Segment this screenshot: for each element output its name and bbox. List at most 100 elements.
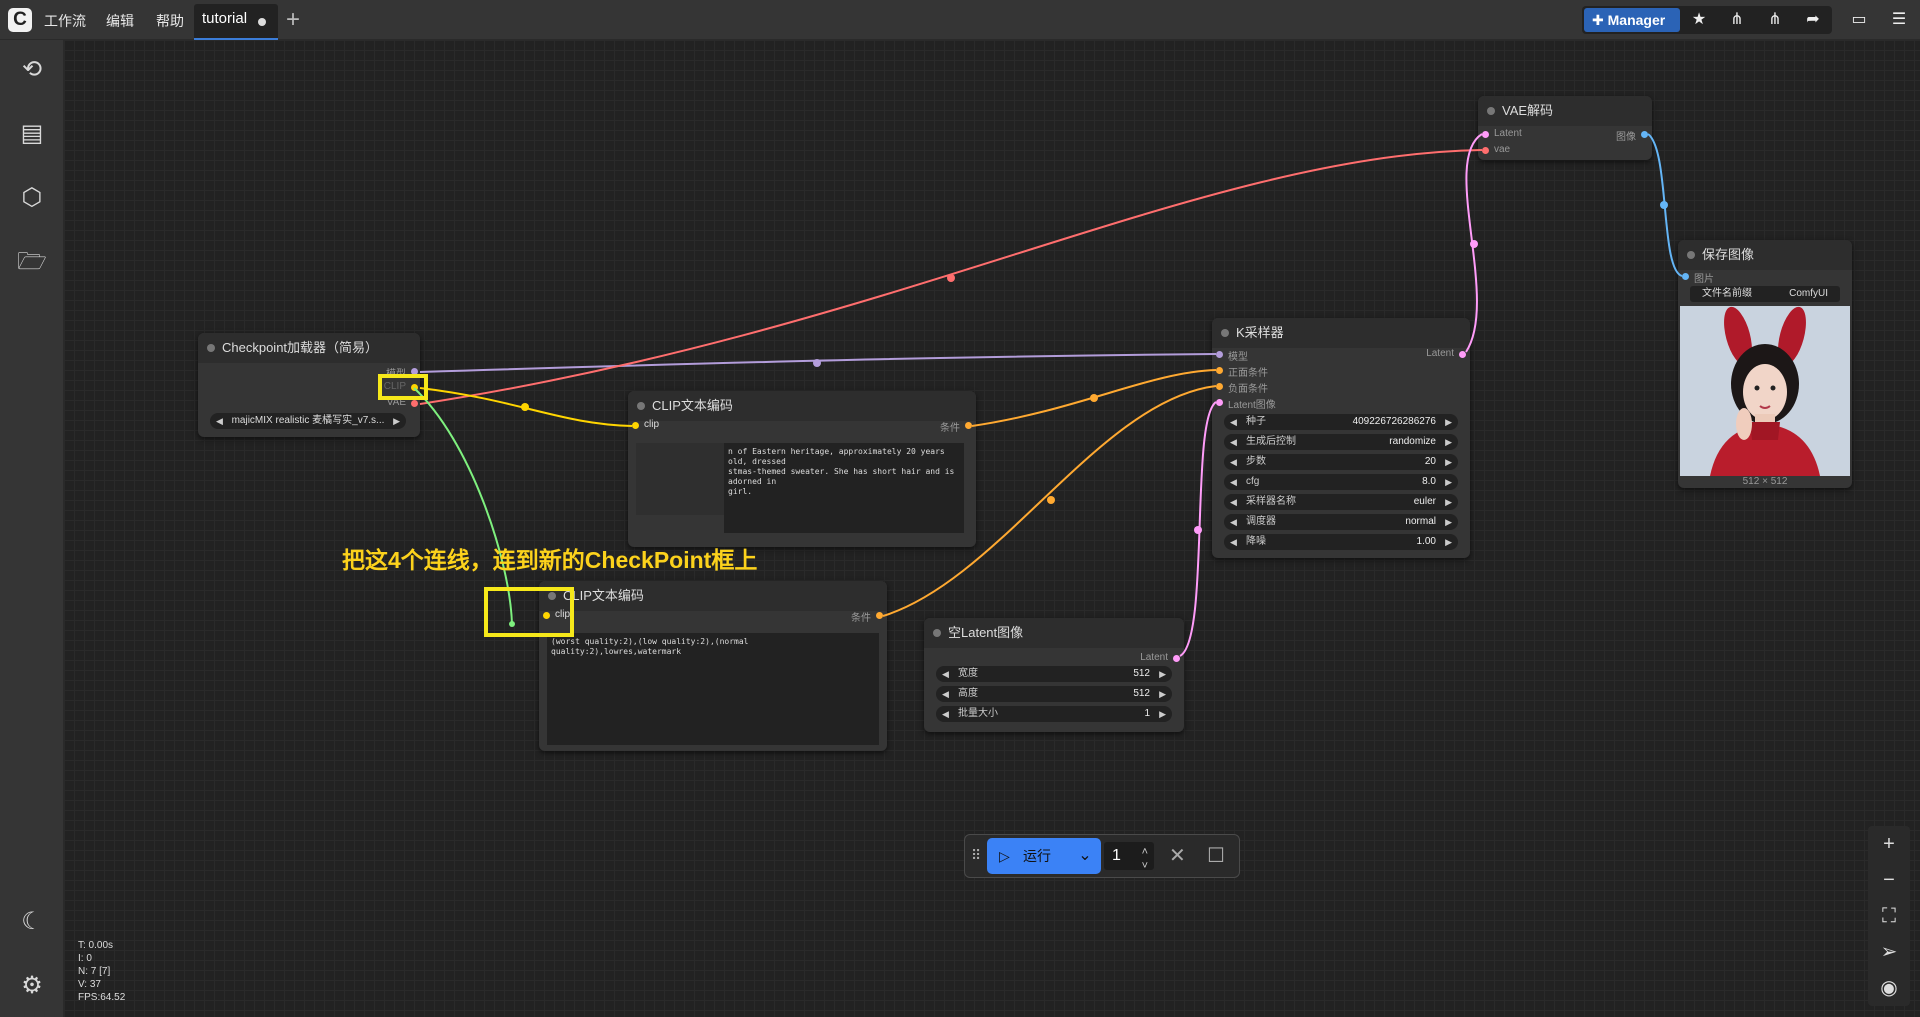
input-latent-label: Latent [1494,128,1522,139]
clip-text-encode-negative-node[interactable]: CLIP文本编码 clip 条件 (worst quality:2),(low … [539,581,887,751]
arrow-left-icon[interactable]: ◀ [942,666,949,682]
arrow-right-icon[interactable]: ▶ [1159,706,1166,722]
ckpt-name-widget[interactable]: ◀ majicMIX realistic 麦橘写实_v7.s... ▶ [210,413,406,429]
scheduler-widget[interactable]: ◀ 调度器 normal ▶ [1224,514,1458,530]
comfy-logo[interactable]: C [8,8,32,32]
input-image-dot[interactable] [1682,273,1689,280]
output-conditioning-label: 条件 [851,613,871,624]
widget-value: randomize [1389,436,1436,447]
folder-icon[interactable]: 🗁 [16,246,48,278]
share-icon[interactable]: ➦ [1798,8,1828,32]
moon-icon[interactable]: ☾ [16,906,48,938]
zoom-in-icon[interactable]: + [1870,828,1908,860]
arrow-right-icon[interactable]: ▶ [1445,494,1452,510]
output-image-dot[interactable] [1641,131,1648,138]
run-options-chevron-down-icon[interactable]: ⌄ [1070,838,1100,874]
arrow-right-icon[interactable]: ▶ [1159,666,1166,682]
input-positive-dot[interactable] [1216,367,1223,374]
arrow-right-icon[interactable]: ▶ [1445,514,1452,530]
cancel-icon[interactable]: ✕ [1169,843,1186,868]
input-latent-dot[interactable] [1216,399,1223,406]
menu-workflow[interactable]: 工作流 [44,0,86,40]
puzzle-icon: ✚ [1592,12,1604,28]
cfg-widget[interactable]: ◀ cfg 8.0 ▶ [1224,474,1458,490]
decrement-icon[interactable]: ˅ [1142,852,1148,880]
star-icon[interactable]: ★ [1684,8,1714,32]
output-latent-label: Latent [1140,652,1168,663]
arrow-left-icon[interactable]: ◀ [1230,414,1237,430]
generated-image-preview[interactable] [1680,306,1850,476]
filename-prefix-widget[interactable]: 文件名前缀 ComfyUI [1690,286,1840,302]
manager-button[interactable]: ✚ Manager [1584,8,1680,32]
tab-tutorial[interactable]: tutorial [194,4,278,40]
fit-view-icon[interactable]: ⛶ [1870,900,1908,932]
arrow-right-icon[interactable]: ▶ [393,413,400,429]
sampler-name-widget[interactable]: ◀ 采样器名称 euler ▶ [1224,494,1458,510]
output-vae-dot[interactable] [411,400,418,407]
zoom-out-icon[interactable]: − [1870,864,1908,896]
widget-label: cfg [1246,476,1260,487]
arrow-left-icon[interactable]: ◀ [942,706,949,722]
history-icon[interactable]: ⟲ [16,54,48,86]
queue-count-input[interactable]: 1 ˄ ˅ [1104,842,1154,872]
control-after-generate-widget[interactable]: ◀ 生成后控制 randomize ▶ [1224,434,1458,450]
stop-icon[interactable]: ☐ [1207,843,1225,868]
widget-value: 8.0 [1422,476,1436,487]
arrow-right-icon[interactable]: ▶ [1445,414,1452,430]
ksampler-node[interactable]: K采样器 模型 正面条件 负面条件 Latent图像 Latent ◀ 种子 409… [1212,318,1470,558]
steps-widget[interactable]: ◀ 步数 20 ▶ [1224,454,1458,470]
new-tab-icon[interactable]: + [286,6,300,34]
widget-value: ComfyUI [1789,288,1828,299]
height-widget[interactable]: ◀ 高度 512 ▶ [936,686,1172,702]
arrow-right-icon[interactable]: ▶ [1445,454,1452,470]
seed-widget[interactable]: ◀ 种子 409226726286276 ▶ [1224,414,1458,430]
toggle-visibility-eye-icon[interactable]: ◉ [1870,972,1908,1004]
arrow-left-icon[interactable]: ◀ [1230,454,1237,470]
select-mode-icon[interactable]: ➢ [1870,936,1908,968]
empty-latent-image-node[interactable]: 空Latent图像 Latent ◀ 宽度 512 ▶ ◀ 高度 512 ▶ ◀ 批量大小 1 ▶ [924,618,1184,732]
arrow-left-icon[interactable]: ◀ [1230,434,1237,450]
input-clip-dot[interactable] [632,422,639,429]
input-negative-dot[interactable] [1216,383,1223,390]
widget-label: 批量大小 [958,708,998,719]
node-alt-icon[interactable]: ⋔ [1760,8,1790,32]
hamburger-icon[interactable]: ☰ [1884,8,1914,32]
input-model-dot[interactable] [1216,351,1223,358]
arrow-right-icon[interactable]: ▶ [1159,686,1166,702]
stat-vertices: V: 37 [78,979,101,990]
gear-icon[interactable]: ⚙ [16,970,48,1002]
panel-icon[interactable]: ▭ [1844,8,1874,32]
clip-text-encode-positive-node[interactable]: CLIP文本编码 clip 条件 n of Eastern heritage, … [628,391,976,547]
arrow-left-icon[interactable]: ◀ [1230,474,1237,490]
sidebar: ⟲ ▤ ⬡ 🗁 ☾ ⚙ [0,40,64,1017]
arrow-right-icon[interactable]: ▶ [1445,434,1452,450]
cube-icon[interactable]: ⬡ [16,182,48,214]
menu-edit[interactable]: 编辑 [106,0,134,40]
arrow-left-icon[interactable]: ◀ [216,413,223,429]
input-latent-dot[interactable] [1482,131,1489,138]
node-icon[interactable]: ⋔ [1722,8,1752,32]
image-size-label: 512 × 512 [1742,476,1788,487]
batch-size-widget[interactable]: ◀ 批量大小 1 ▶ [936,706,1172,722]
vae-decode-node[interactable]: VAE解码 Latent vae 图像 [1478,96,1652,160]
width-widget[interactable]: ◀ 宽度 512 ▶ [936,666,1172,682]
output-conditioning-dot[interactable] [965,422,972,429]
arrow-left-icon[interactable]: ◀ [1230,514,1237,530]
arrow-left-icon[interactable]: ◀ [1230,494,1237,510]
node-title: CLIP文本编码 [628,391,976,421]
output-latent-dot[interactable] [1173,655,1180,662]
drag-handle-icon[interactable]: ⠿ [971,847,981,864]
arrow-right-icon[interactable]: ▶ [1445,534,1452,550]
input-vae-dot[interactable] [1482,147,1489,154]
denoise-widget[interactable]: ◀ 降噪 1.00 ▶ [1224,534,1458,550]
output-latent-dot[interactable] [1459,351,1466,358]
arrow-right-icon[interactable]: ▶ [1445,474,1452,490]
prompt-textarea[interactable]: (worst quality:2),(low quality:2),(norma… [547,633,879,745]
arrow-left-icon[interactable]: ◀ [942,686,949,702]
arrow-left-icon[interactable]: ◀ [1230,534,1237,550]
document-icon[interactable]: ▤ [16,118,48,150]
prompt-textarea[interactable]: n of Eastern heritage, approximately 20 … [724,443,964,533]
input-negative-label: 负面条件 [1228,384,1268,395]
menu-help[interactable]: 帮助 [156,0,184,40]
output-conditioning-dot[interactable] [876,612,883,619]
